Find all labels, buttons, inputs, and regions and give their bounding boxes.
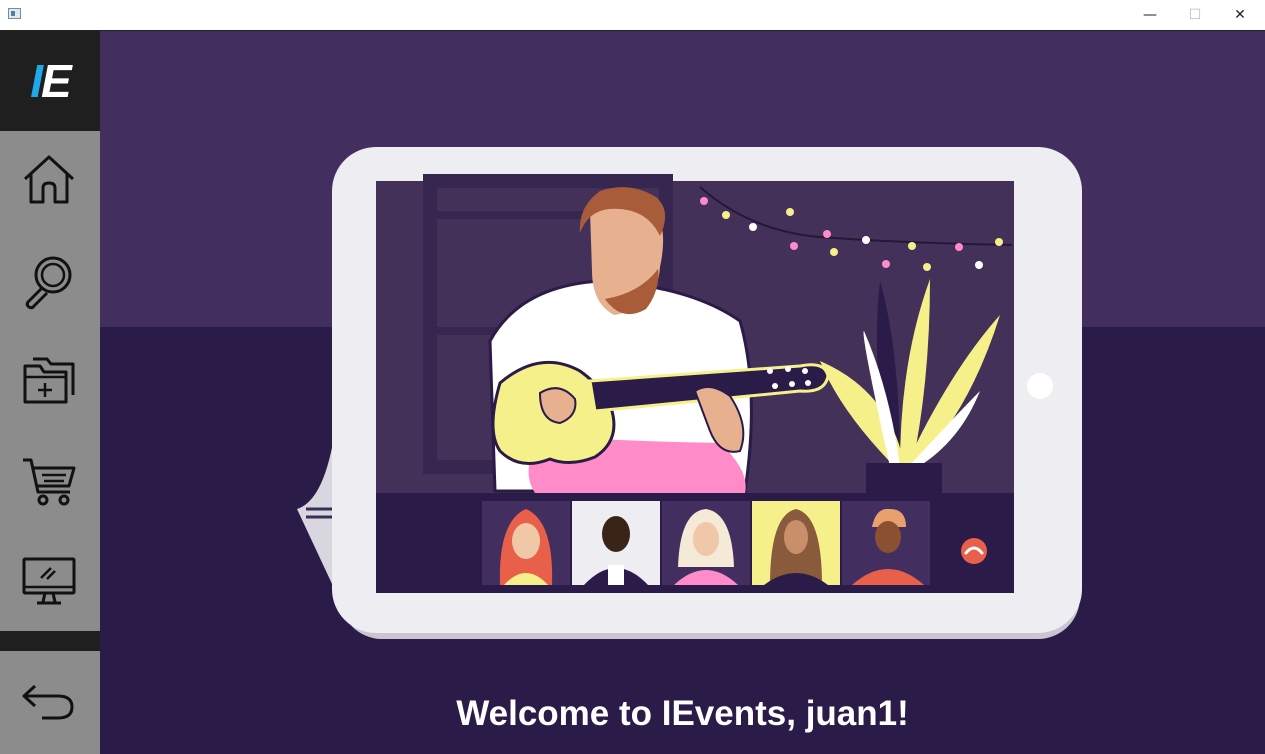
maximize-button[interactable]: ☐ [1172,0,1218,30]
end-call-button [961,538,987,564]
participant-tile-3 [662,501,750,585]
back-button[interactable] [20,672,78,730]
nav-cart-button[interactable] [20,452,78,510]
tablet-home-button [1027,373,1053,399]
sidebar: IE [0,31,100,754]
main-panel: Welcome to IEvents, juan1! [100,31,1265,754]
home-icon [23,155,75,204]
nav-add-folder-button[interactable] [20,352,78,410]
logo-text: IE [30,54,72,108]
participant-tile-4 [752,501,840,585]
search-icon [25,256,72,310]
participant-tile-1 [482,501,570,585]
logo: IE [0,31,100,131]
monitor-icon [22,557,76,605]
back-arrow-icon [22,684,74,720]
window-titlebar: — ☐ ✕ [0,0,1265,31]
sidebar-divider [0,631,100,651]
logo-letter-e: E [41,55,72,107]
minimize-button[interactable]: — [1127,0,1173,30]
hero-illustration [297,147,1082,639]
participant-tile-2 [572,501,660,585]
participant-tile-5 [842,501,930,585]
cart-icon [23,458,76,506]
nav-search-button[interactable] [20,252,78,310]
nav-home-button[interactable] [20,152,78,210]
close-button[interactable]: ✕ [1217,0,1263,30]
add-folder-icon [23,357,75,404]
welcome-message: Welcome to IEvents, juan1! [456,694,909,733]
nav-monitor-button[interactable] [20,552,78,610]
logo-letter-i: I [30,55,43,107]
app-icon [8,8,21,19]
